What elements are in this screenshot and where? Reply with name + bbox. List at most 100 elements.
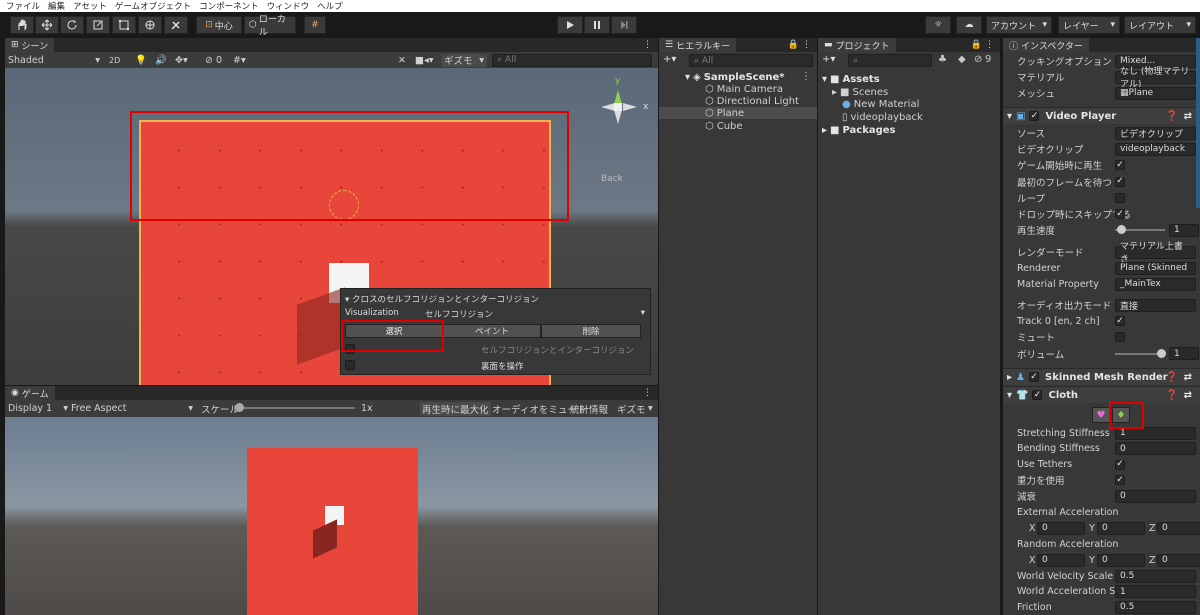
foldout-icon[interactable]: ▾ [345, 295, 349, 305]
pause-button[interactable] [584, 16, 610, 34]
stats-toggle[interactable]: 統計情報 [570, 402, 608, 416]
orientation-gizmo[interactable]: y x Back [593, 76, 653, 184]
tab-inspector[interactable]: ⓘ インスペクター [1003, 38, 1089, 52]
hidden-packages-icon[interactable]: ⊘ [974, 54, 982, 65]
menu-component[interactable]: コンポーネント [199, 0, 259, 12]
custom-tool-icon[interactable] [164, 16, 188, 34]
row-slider[interactable] [1115, 348, 1166, 358]
edit-constraints-icon[interactable]: ♥ [1092, 407, 1110, 423]
more-icon[interactable]: ⋮ [801, 71, 811, 82]
settings-icon[interactable]: ⇄ [1184, 390, 1192, 401]
menu-assets[interactable]: アセット [73, 0, 107, 12]
lock-icon[interactable]: 🔒 [788, 40, 799, 50]
row-value-field[interactable]: 0.5 [1115, 569, 1196, 583]
step-button[interactable] [611, 16, 637, 34]
row-value-field[interactable]: _MainTex [1115, 277, 1196, 291]
row-slider[interactable] [1115, 225, 1165, 235]
row-value-field[interactable]: 1 [1169, 223, 1199, 237]
filter-label-icon[interactable]: ◆ [958, 54, 966, 65]
scene-search-input[interactable]: ⌕ All [492, 53, 652, 67]
hand-tool-icon[interactable] [10, 16, 34, 34]
row-checkbox[interactable]: ✓ [1115, 316, 1125, 327]
hierarchy-item-plane[interactable]: ⬡ Plane [659, 107, 817, 119]
services-icon[interactable]: ☼ [925, 16, 951, 34]
help-icon[interactable]: ❓ [1166, 372, 1178, 383]
rect-tool-icon[interactable] [112, 16, 136, 34]
packages-folder[interactable]: ▸ ■ Packages [822, 124, 896, 136]
cloud-icon[interactable]: ☁ [956, 16, 982, 34]
material-field[interactable]: なし (物理マテリアル) [1115, 67, 1196, 90]
skinned-mesh-enabled-checkbox[interactable]: ✓ [1029, 372, 1039, 382]
mesh-field[interactable]: ▦ Plane [1115, 86, 1196, 100]
menu-edit[interactable]: 編集 [48, 0, 65, 12]
tab-scene[interactable]: ⊞ シーン [5, 38, 55, 52]
vector-z-field[interactable]: 0 [1157, 553, 1200, 567]
scale-slider-thumb[interactable] [235, 403, 244, 412]
more-icon[interactable]: ⋮ [643, 388, 652, 398]
tools-icon[interactable]: ✕ [398, 55, 406, 66]
delete-button[interactable]: 削除 [541, 324, 641, 338]
row-checkbox[interactable]: ✓ [1115, 176, 1125, 187]
grid-snap-icon[interactable]: # [304, 16, 326, 34]
hidden-objects-icon[interactable]: ⊘ [205, 55, 213, 66]
scenes-folder[interactable]: ▸ ■ Scenes [832, 86, 888, 98]
vector-x-field[interactable]: 0 [1037, 553, 1085, 567]
tab-hierarchy[interactable]: ☰ ヒエラルキー [659, 38, 737, 52]
transform-tool-icon[interactable] [138, 16, 162, 34]
mode-2d-toggle[interactable]: 2D [109, 56, 120, 65]
audio-icon[interactable]: 🔊 [155, 55, 167, 66]
vector-y-field[interactable]: 0 [1097, 521, 1145, 535]
play-button[interactable] [557, 16, 583, 34]
effects-icon[interactable]: ✥▾ [175, 55, 188, 66]
maximize-on-play-toggle[interactable]: 再生時に最大化 [420, 401, 491, 416]
vector-y-field[interactable]: 0 [1097, 553, 1145, 567]
material-asset[interactable]: ● New Material [842, 98, 919, 110]
shading-dropdown[interactable]: Shaded ▾ [8, 55, 100, 66]
layout-dropdown[interactable]: レイアウト ▾ [1124, 16, 1196, 34]
scrollbar[interactable] [1196, 38, 1200, 208]
row-slider-thumb[interactable] [1157, 348, 1166, 358]
skinned-mesh-header[interactable]: ▸ ♟ ✓ Skinned Mesh Render ❓ ⇄ [1003, 368, 1200, 385]
chevron-down-icon[interactable]: ▾ [648, 403, 653, 414]
game-viewport[interactable] [5, 417, 658, 615]
row-value-field[interactable]: 直接 [1115, 298, 1196, 312]
row-checkbox[interactable]: ✓ [1115, 209, 1125, 219]
row-value-field[interactable]: videoplayback [1115, 142, 1196, 156]
menu-gameobject[interactable]: ゲームオブジェクト [115, 0, 191, 12]
tab-game[interactable]: ◉ ゲーム [5, 386, 55, 400]
grid-visibility-icon[interactable]: #▾ [233, 55, 246, 66]
row-value-field[interactable]: 0 [1115, 442, 1196, 456]
video-player-header[interactable]: ▾ ▣ ✓ Video Player ❓ ⇄ [1003, 107, 1200, 124]
menu-help[interactable]: ヘルプ [317, 0, 343, 12]
video-player-enabled-checkbox[interactable]: ✓ [1029, 111, 1040, 121]
lock-icon[interactable]: 🔒 [971, 40, 982, 50]
camera-icon[interactable]: ■◂▾ [415, 55, 434, 66]
pivot-center-button[interactable]: ⊡ 中心 [196, 16, 242, 34]
pivot-local-button[interactable]: ⬡ ローカル [244, 15, 296, 38]
backface-checkbox[interactable] [345, 360, 355, 370]
vector-z-field[interactable]: 0 [1157, 521, 1200, 535]
help-icon[interactable]: ❓ [1166, 390, 1178, 401]
row-slider-thumb[interactable] [1117, 225, 1126, 235]
paint-button[interactable]: ペイント [443, 324, 541, 338]
vector-x-field[interactable]: 0 [1037, 521, 1085, 535]
game-gizmos-toggle[interactable]: ギズモ [617, 402, 646, 416]
row-value-field[interactable]: 0 [1115, 489, 1196, 503]
row-value-field[interactable]: 1 [1169, 347, 1199, 361]
row-value-field[interactable]: 0.5 [1115, 600, 1196, 614]
assets-folder[interactable]: ▾ ■ Assets [822, 73, 880, 85]
row-value-field[interactable]: マテリアル上書き [1115, 242, 1196, 265]
video-asset[interactable]: ▯ videoplayback [842, 111, 923, 123]
scene-root-item[interactable]: ▾ ◈ SampleScene* [685, 71, 785, 83]
add-icon[interactable]: +▾ [822, 54, 835, 65]
hierarchy-item-directional-light[interactable]: ⬡ Directional Light [705, 95, 799, 107]
display-dropdown[interactable]: Display 1 ▾ [8, 403, 68, 414]
tab-project[interactable]: ▬ プロジェクト [818, 38, 896, 52]
cloth-enabled-checkbox[interactable]: ✓ [1032, 390, 1043, 400]
row-value-field[interactable]: ビデオクリップ [1115, 126, 1196, 140]
row-value-field[interactable]: 1 [1115, 585, 1196, 598]
filter-type-icon[interactable]: ♣ [938, 54, 947, 65]
visualization-dropdown[interactable]: セルフコリジョン ▾ [425, 308, 645, 320]
row-value-field[interactable]: Plane (Skinned [1115, 261, 1196, 275]
help-icon[interactable]: ❓ [1166, 111, 1178, 122]
